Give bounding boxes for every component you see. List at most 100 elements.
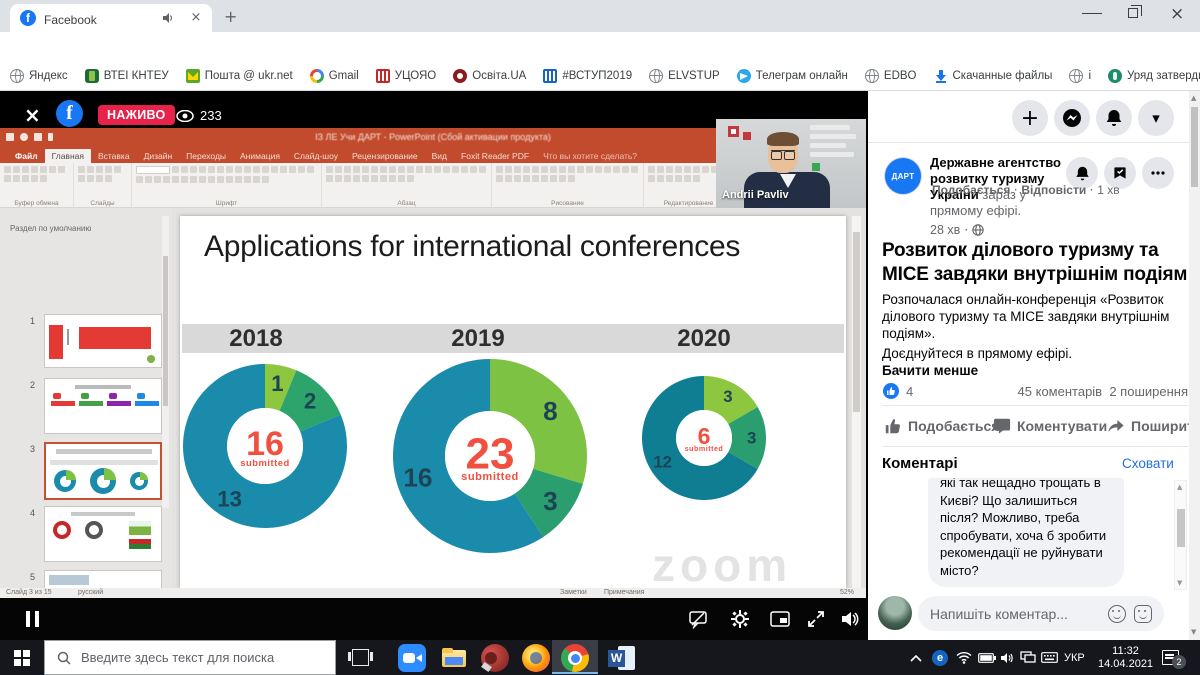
tray-clock[interactable]: 11:3214.04.2021 [1098,640,1153,675]
comment-reply-link[interactable]: Відповісти [1021,183,1086,197]
word-taskbar-icon[interactable]: W [608,644,636,672]
bookmark-item[interactable]: ВТЕІ КНТЕУ [85,69,169,83]
slide-thumbnail-4[interactable] [44,506,162,562]
window-minimize-button[interactable] [1082,6,1102,14]
slide-thumbnail-1[interactable] [44,314,162,368]
post-more-button[interactable] [1142,157,1174,189]
bookmark-item[interactable]: #ВСТУП2019 [543,69,632,83]
video-player[interactable]: × f НАЖИВО 233 ІЗ ЛЕ Учи ДАРТ - PowerPoi… [0,91,868,640]
tab-audio-icon[interactable] [162,12,174,24]
ribbon-group-4: Абзац [322,163,492,208]
ribbon-tab-1[interactable]: Главная [45,149,91,163]
task-view-button[interactable] [352,649,369,666]
chrome-taskbar-icon[interactable] [561,644,589,672]
start-button[interactable] [14,650,30,666]
tray-chevron-icon[interactable] [910,640,922,675]
ribbon-tab-8[interactable]: Вид [425,149,454,163]
ribbon-tab-5[interactable]: Анимация [233,149,287,163]
comment-input-placeholder[interactable]: Напишіть коментар... [930,606,1100,622]
thumbnail-number: 3 [30,444,35,454]
see-less-link[interactable]: Бачити менше [882,363,978,378]
ribbon-group-1: Буфер обмена [0,163,74,208]
tray-display-icon[interactable] [1020,640,1036,675]
sticker-icon[interactable] [1134,605,1152,623]
comment-meta[interactable]: Подобається · Відповісти · 1 хв [932,183,1120,197]
tell-me-box[interactable]: Что вы хотите сделать? [536,149,644,163]
slide-scrollbar[interactable] [852,216,861,588]
page-avatar[interactable]: ДАРТ [884,157,922,195]
notification-badge: 2 [1172,655,1186,669]
share-button[interactable]: Поширити [1107,413,1200,439]
comments-scrollbar[interactable]: ▲▼ [1174,480,1187,590]
bookmark-item[interactable]: Освіта.UA [453,69,526,83]
pause-button[interactable] [26,611,39,627]
browser-tab-facebook[interactable]: f Facebook × [10,4,212,32]
tab-close-icon[interactable]: × [188,10,204,25]
firefox-taskbar-icon[interactable] [522,644,550,672]
comment-button[interactable]: Коментувати [993,413,1107,439]
ribbon-tab-6[interactable]: Слайд-шоу [287,149,345,163]
comment-share-counts[interactable]: 45 коментарів 2 поширення [1018,384,1188,399]
tray-eset-icon[interactable]: e [932,640,948,675]
picture-in-picture-icon[interactable] [770,609,790,629]
bookmark-item[interactable]: УЦОЯО [376,69,437,83]
comment-bubble[interactable]: які так нещадно трощать в Києві? Що зали… [928,478,1124,587]
tray-battery-icon[interactable] [978,640,996,675]
bookmark-item[interactable]: ELVSTUP [649,69,720,83]
bookmark-item[interactable]: Уряд затвердив Пл... [1108,69,1200,83]
comments-toggle-icon[interactable] [688,609,708,629]
taskbar-search-box[interactable]: Введите здесь текст для поиска [44,640,336,675]
like-count[interactable]: 4 [906,384,913,399]
like-reaction-icon[interactable] [882,382,900,400]
ribbon-tab-3[interactable]: Дизайн [137,149,180,163]
messenger-button[interactable] [1054,100,1090,136]
facebook-logo-icon[interactable]: f [56,100,83,127]
bookmark-item[interactable]: Телеграм онлайн [737,69,848,83]
presenter-name-label: Andrii Pavliv [722,189,789,201]
ribbon-tab-4[interactable]: Переходы [179,149,233,163]
ribbon-tab-7[interactable]: Рецензирование [345,149,425,163]
bookmark-label: ВТЕІ КНТЕУ [104,70,169,82]
bookmark-item[interactable]: Пошта @ ukr.net [186,69,293,83]
notification-center-button[interactable]: 2 [1162,640,1179,675]
globe-favicon-icon [1069,69,1083,83]
create-post-button[interactable]: + [1012,100,1048,136]
slide-thumbnail-3[interactable] [44,442,162,500]
video-close-icon[interactable]: × [24,103,41,127]
zoom-taskbar-icon[interactable] [398,644,426,672]
ccleaner-taskbar-icon[interactable] [481,644,509,672]
slide-thumbnail-2[interactable] [44,378,162,434]
ribbon-tab-file[interactable]: Файл [8,149,45,163]
tray-volume-icon[interactable] [1000,640,1014,675]
bookmark-item[interactable]: i [1069,69,1091,83]
tray-keyboard-icon[interactable] [1041,640,1058,675]
notifications-bell-button[interactable] [1096,100,1132,136]
page-scrollbar[interactable]: ▲▼ [1189,91,1200,640]
fullscreen-icon[interactable] [806,609,826,629]
emoji-icon[interactable] [1108,605,1126,623]
like-button[interactable]: Подобається [884,413,999,439]
thumbnail-number: 2 [30,380,35,390]
volume-icon[interactable] [840,609,860,629]
tray-wifi-icon[interactable] [956,640,972,675]
account-menu-button[interactable]: ▾ [1138,100,1174,136]
window-restore-button[interactable] [1128,8,1138,18]
bookmark-item[interactable]: Gmail [310,69,359,83]
window-close-button[interactable]: × [1170,4,1184,24]
bookmark-item[interactable]: Скачанные файлы [934,69,1053,83]
ribbon-tab-2[interactable]: Вставка [91,149,137,163]
comment-like-link[interactable]: Подобається [932,183,1010,197]
new-tab-button[interactable]: + [224,7,237,26]
explorer-taskbar-icon[interactable] [440,644,468,672]
comment-composer[interactable]: Напишіть коментар... [918,596,1164,631]
thumbnail-panel-scrollbar[interactable] [162,216,169,508]
bookmark-item[interactable]: EDBO [865,69,917,83]
thumbnail-number: 4 [30,508,35,518]
ribbon-group-2: Слайды [74,163,132,208]
bookmark-item[interactable]: Яндекс [10,69,68,83]
hide-comments-link[interactable]: Сховати [1122,456,1174,471]
gmail-favicon-icon [310,69,324,83]
settings-gear-icon[interactable] [730,609,750,629]
tray-language-indicator[interactable]: УКР [1064,640,1085,675]
ribbon-tab-9[interactable]: Foxit Reader PDF [454,149,536,163]
